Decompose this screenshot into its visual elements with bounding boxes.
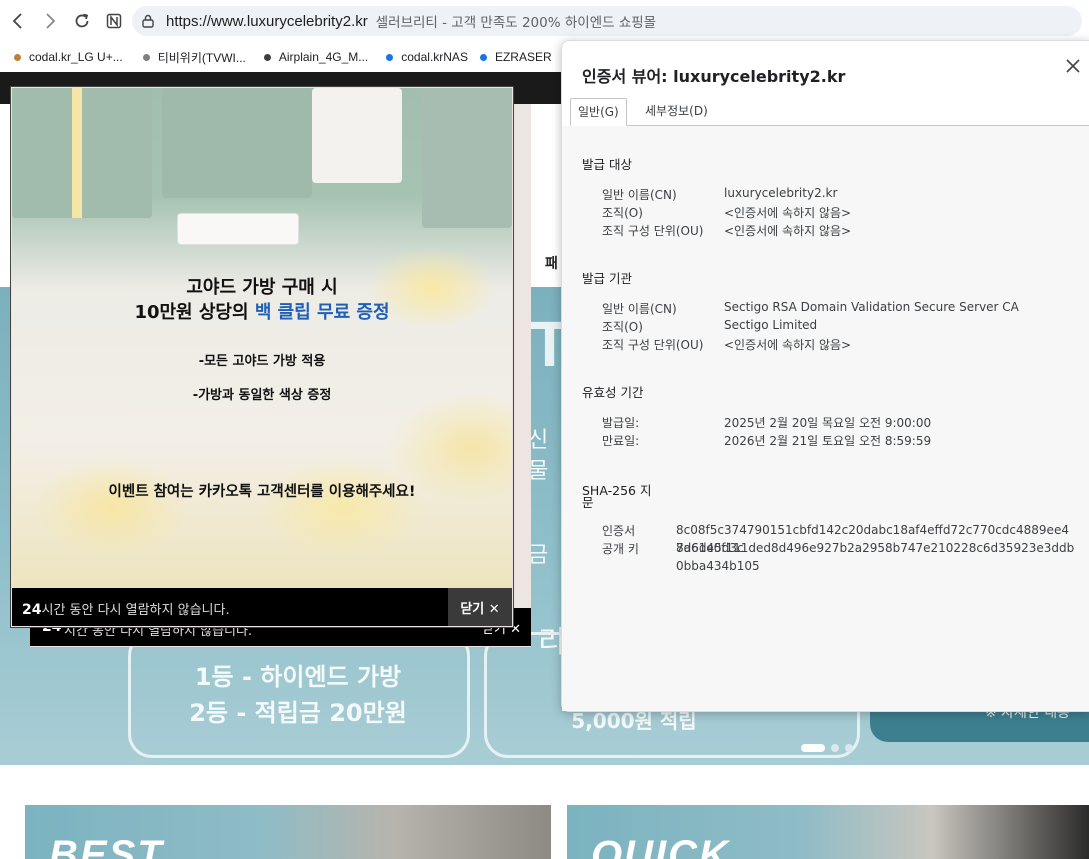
- section-validity: 유효성 기간: [582, 385, 644, 400]
- quick-banner[interactable]: QUICK: [567, 805, 1089, 859]
- bookmark-item[interactable]: EZRASER: [479, 50, 552, 64]
- popup-close-button[interactable]: 닫기 ✕: [448, 588, 512, 626]
- popup-headline: 고야드 가방 구매 시: [186, 277, 338, 298]
- bookmark-item[interactable]: Airplain_4G_M...: [263, 50, 368, 64]
- reload-icon: [75, 13, 89, 28]
- site-info-icon[interactable]: [140, 13, 156, 29]
- bookmark-item[interactable]: 티비위키(TVWI...: [142, 49, 246, 66]
- dialog-tabs: 일반(G) 세부정보(D): [570, 98, 1089, 126]
- field-label: 인증서: [602, 524, 636, 538]
- arrow-right-icon: [46, 13, 56, 29]
- bookmark-favicon-icon: [479, 53, 487, 61]
- hero-text: 신: [528, 428, 549, 453]
- hero-text: 물: [528, 459, 549, 484]
- carousel-dot[interactable]: [845, 744, 853, 752]
- site-nav-item[interactable]: 패: [545, 253, 558, 273]
- arrow-left-icon: [12, 13, 22, 29]
- back-button[interactable]: [4, 7, 32, 35]
- hero-text: 금: [528, 543, 549, 568]
- section-fingerprints-wrap: 문: [582, 495, 594, 510]
- image-overlay: [12, 88, 512, 588]
- field-value: 7a61e0f111ded8d496e927b2a2958b747e210228…: [676, 541, 1075, 573]
- field-value: <인증서에 속하지 않음>: [724, 206, 852, 220]
- field-label: 발급일:: [602, 416, 640, 430]
- hide-24h-option[interactable]: 24시간 동안 다시 열람하지 않습니다.: [22, 599, 230, 618]
- best-banner[interactable]: BEST: [25, 805, 551, 859]
- bookmark-item[interactable]: codal.kr_LG U+...: [14, 50, 123, 64]
- popup-headline-2: 10만원 상당의 백 클립 무료 증정: [134, 302, 390, 323]
- section-issued-by: 발급 기관: [582, 271, 632, 286]
- carousel-dot[interactable]: [831, 744, 839, 752]
- dialog-title: 인증서 뷰어: luxurycelebrity2.kr: [582, 67, 846, 86]
- best-banner-title: BEST: [49, 833, 164, 859]
- field-label: 공개 키: [602, 542, 639, 556]
- bookmark-favicon-icon: [263, 53, 271, 61]
- popup-event-note: 이벤트 참여는 카카오톡 고객센터를 이용해주세요!: [108, 484, 416, 500]
- field-value: Sectigo Limited: [724, 318, 818, 332]
- field-label: 조직(O): [602, 206, 643, 220]
- field-label: 일반 이름(CN): [602, 302, 677, 316]
- prize-first: 1등 - 하이엔드 가방: [194, 663, 402, 691]
- forward-button[interactable]: [36, 7, 64, 35]
- address-page-title: 셀러브리티 - 고객 만족도 200% 하이엔드 쇼핑몰: [375, 15, 657, 31]
- notion-extension-button[interactable]: [100, 7, 128, 35]
- section-issued-to: 발급 대상: [582, 157, 632, 172]
- field-label: 조직(O): [602, 320, 643, 334]
- bookmark-item[interactable]: codal.krNAS: [386, 50, 468, 64]
- notion-icon: [106, 13, 122, 29]
- field-value: luxurycelebrity2.kr: [724, 186, 838, 200]
- field-value: <인증서에 속하지 않음>: [724, 338, 852, 352]
- popup-image: 고야드 가방 구매 시 10만원 상당의 백 클립 무료 증정 -모든 고야드 …: [12, 88, 512, 588]
- carousel-dots: [801, 744, 859, 752]
- close-icon[interactable]: [1062, 55, 1084, 77]
- dialog-body: 발급 대상 일반 이름(CN) luxurycelebrity2.kr 조직(O…: [562, 126, 1089, 711]
- bookmark-favicon-icon: [142, 53, 150, 61]
- field-label: 일반 이름(CN): [602, 188, 677, 202]
- field-label: 조직 구성 단위(OU): [602, 338, 704, 352]
- field-value: Sectigo RSA Domain Validation Secure Ser…: [724, 300, 1019, 314]
- field-label: 만료일:: [602, 434, 640, 448]
- carousel-dot[interactable]: [801, 744, 825, 752]
- prize-second: 2등 - 적립금 20만원: [189, 699, 407, 727]
- field-value: 2025년 2월 20일 목요일 오전 9:00:00: [724, 416, 932, 430]
- bookmark-favicon-icon: [14, 53, 21, 61]
- popup-bullet: -가방과 동일한 색상 증정: [192, 388, 332, 403]
- tab-details[interactable]: 세부정보(D): [638, 98, 715, 124]
- field-label: 조직 구성 단위(OU): [602, 224, 704, 238]
- popup-bullet: -모든 고야드 가방 적용: [198, 354, 326, 369]
- quick-banner-title: QUICK: [591, 833, 730, 859]
- address-url[interactable]: https://www.luxurycelebrity2.kr: [166, 13, 368, 30]
- popup-footer: 24시간 동안 다시 열람하지 않습니다. 닫기 ✕: [12, 588, 512, 626]
- certificate-viewer-dialog: 인증서 뷰어: luxurycelebrity2.kr 일반(G) 세부정보(D…: [561, 40, 1089, 712]
- bookmark-favicon-icon: [386, 53, 394, 61]
- browser-toolbar: https://www.luxurycelebrity2.kr 셀러브리티 - …: [0, 0, 1089, 42]
- address-bar[interactable]: https://www.luxurycelebrity2.kr 셀러브리티 - …: [132, 6, 1082, 36]
- reload-button[interactable]: [68, 7, 96, 35]
- field-value: 2026년 2월 21일 토요일 오전 8:59:59: [724, 434, 932, 448]
- event-popup: 고야드 가방 구매 시 10만원 상당의 백 클립 무료 증정 -모든 고야드 …: [10, 86, 514, 628]
- tab-general[interactable]: 일반(G): [570, 98, 627, 126]
- field-value: <인증서에 속하지 않음>: [724, 224, 852, 238]
